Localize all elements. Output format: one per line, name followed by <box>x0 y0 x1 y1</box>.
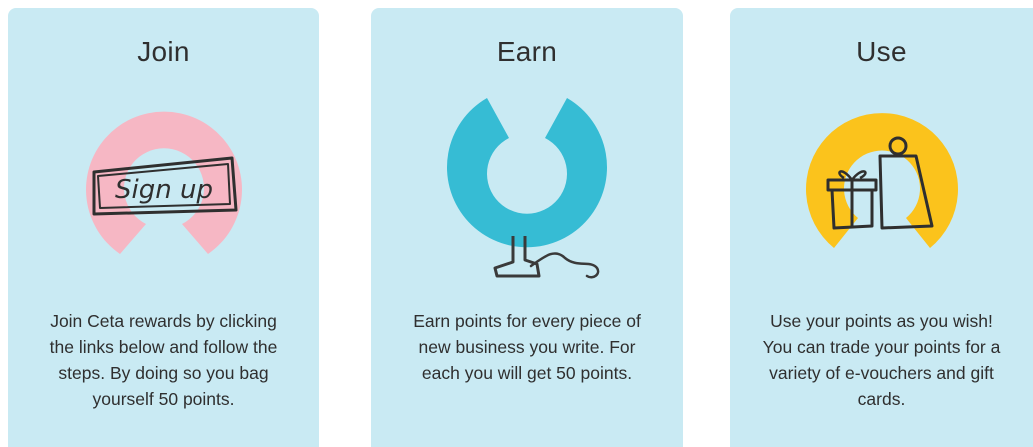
earn-card-description: Earn points for every piece of new busin… <box>383 308 671 386</box>
use-desc-line: Use your points as you wish! <box>770 311 993 331</box>
join-desc-line: Join Ceta rewards by clicking <box>50 311 277 331</box>
earn-card: Earn Earn points for every piece of new … <box>371 8 683 447</box>
join-card-title: Join <box>137 36 190 67</box>
use-card-title: Use <box>856 36 907 67</box>
earn-points-icon <box>447 98 607 279</box>
use-card-description: Use your points as you wish! You can tra… <box>742 308 1021 412</box>
join-desc-line: yourself 50 points. <box>92 389 235 409</box>
earn-desc-line: new business you write. For <box>418 337 636 357</box>
gift-and-bag-icon <box>805 113 958 248</box>
join-card-description: Join Ceta rewards by clicking the links … <box>20 308 307 412</box>
earn-desc-line: each you will get 50 points. <box>421 363 633 383</box>
use-card: Use Use your points as you wish! You can… <box>730 8 1033 447</box>
earn-card-title: Earn <box>496 36 558 67</box>
earn-desc-line: Earn points for every piece of <box>413 311 641 331</box>
sign-up-label: Sign up <box>115 175 213 205</box>
join-desc-line: the links below and follow the <box>49 337 278 357</box>
join-desc-line: steps. By doing so you bag <box>58 363 269 383</box>
join-card: Join Sign up Join Ceta rewards by clicki… <box>8 8 319 447</box>
rewards-steps-section: Join Sign up Join Ceta rewards by clicki… <box>0 0 1033 447</box>
use-desc-line: variety of e-vouchers and gift <box>769 363 994 383</box>
use-desc-line: You can trade your points for a <box>762 337 1001 357</box>
sign-up-icon: Sign up <box>85 111 242 254</box>
use-desc-line: cards. <box>857 389 906 409</box>
